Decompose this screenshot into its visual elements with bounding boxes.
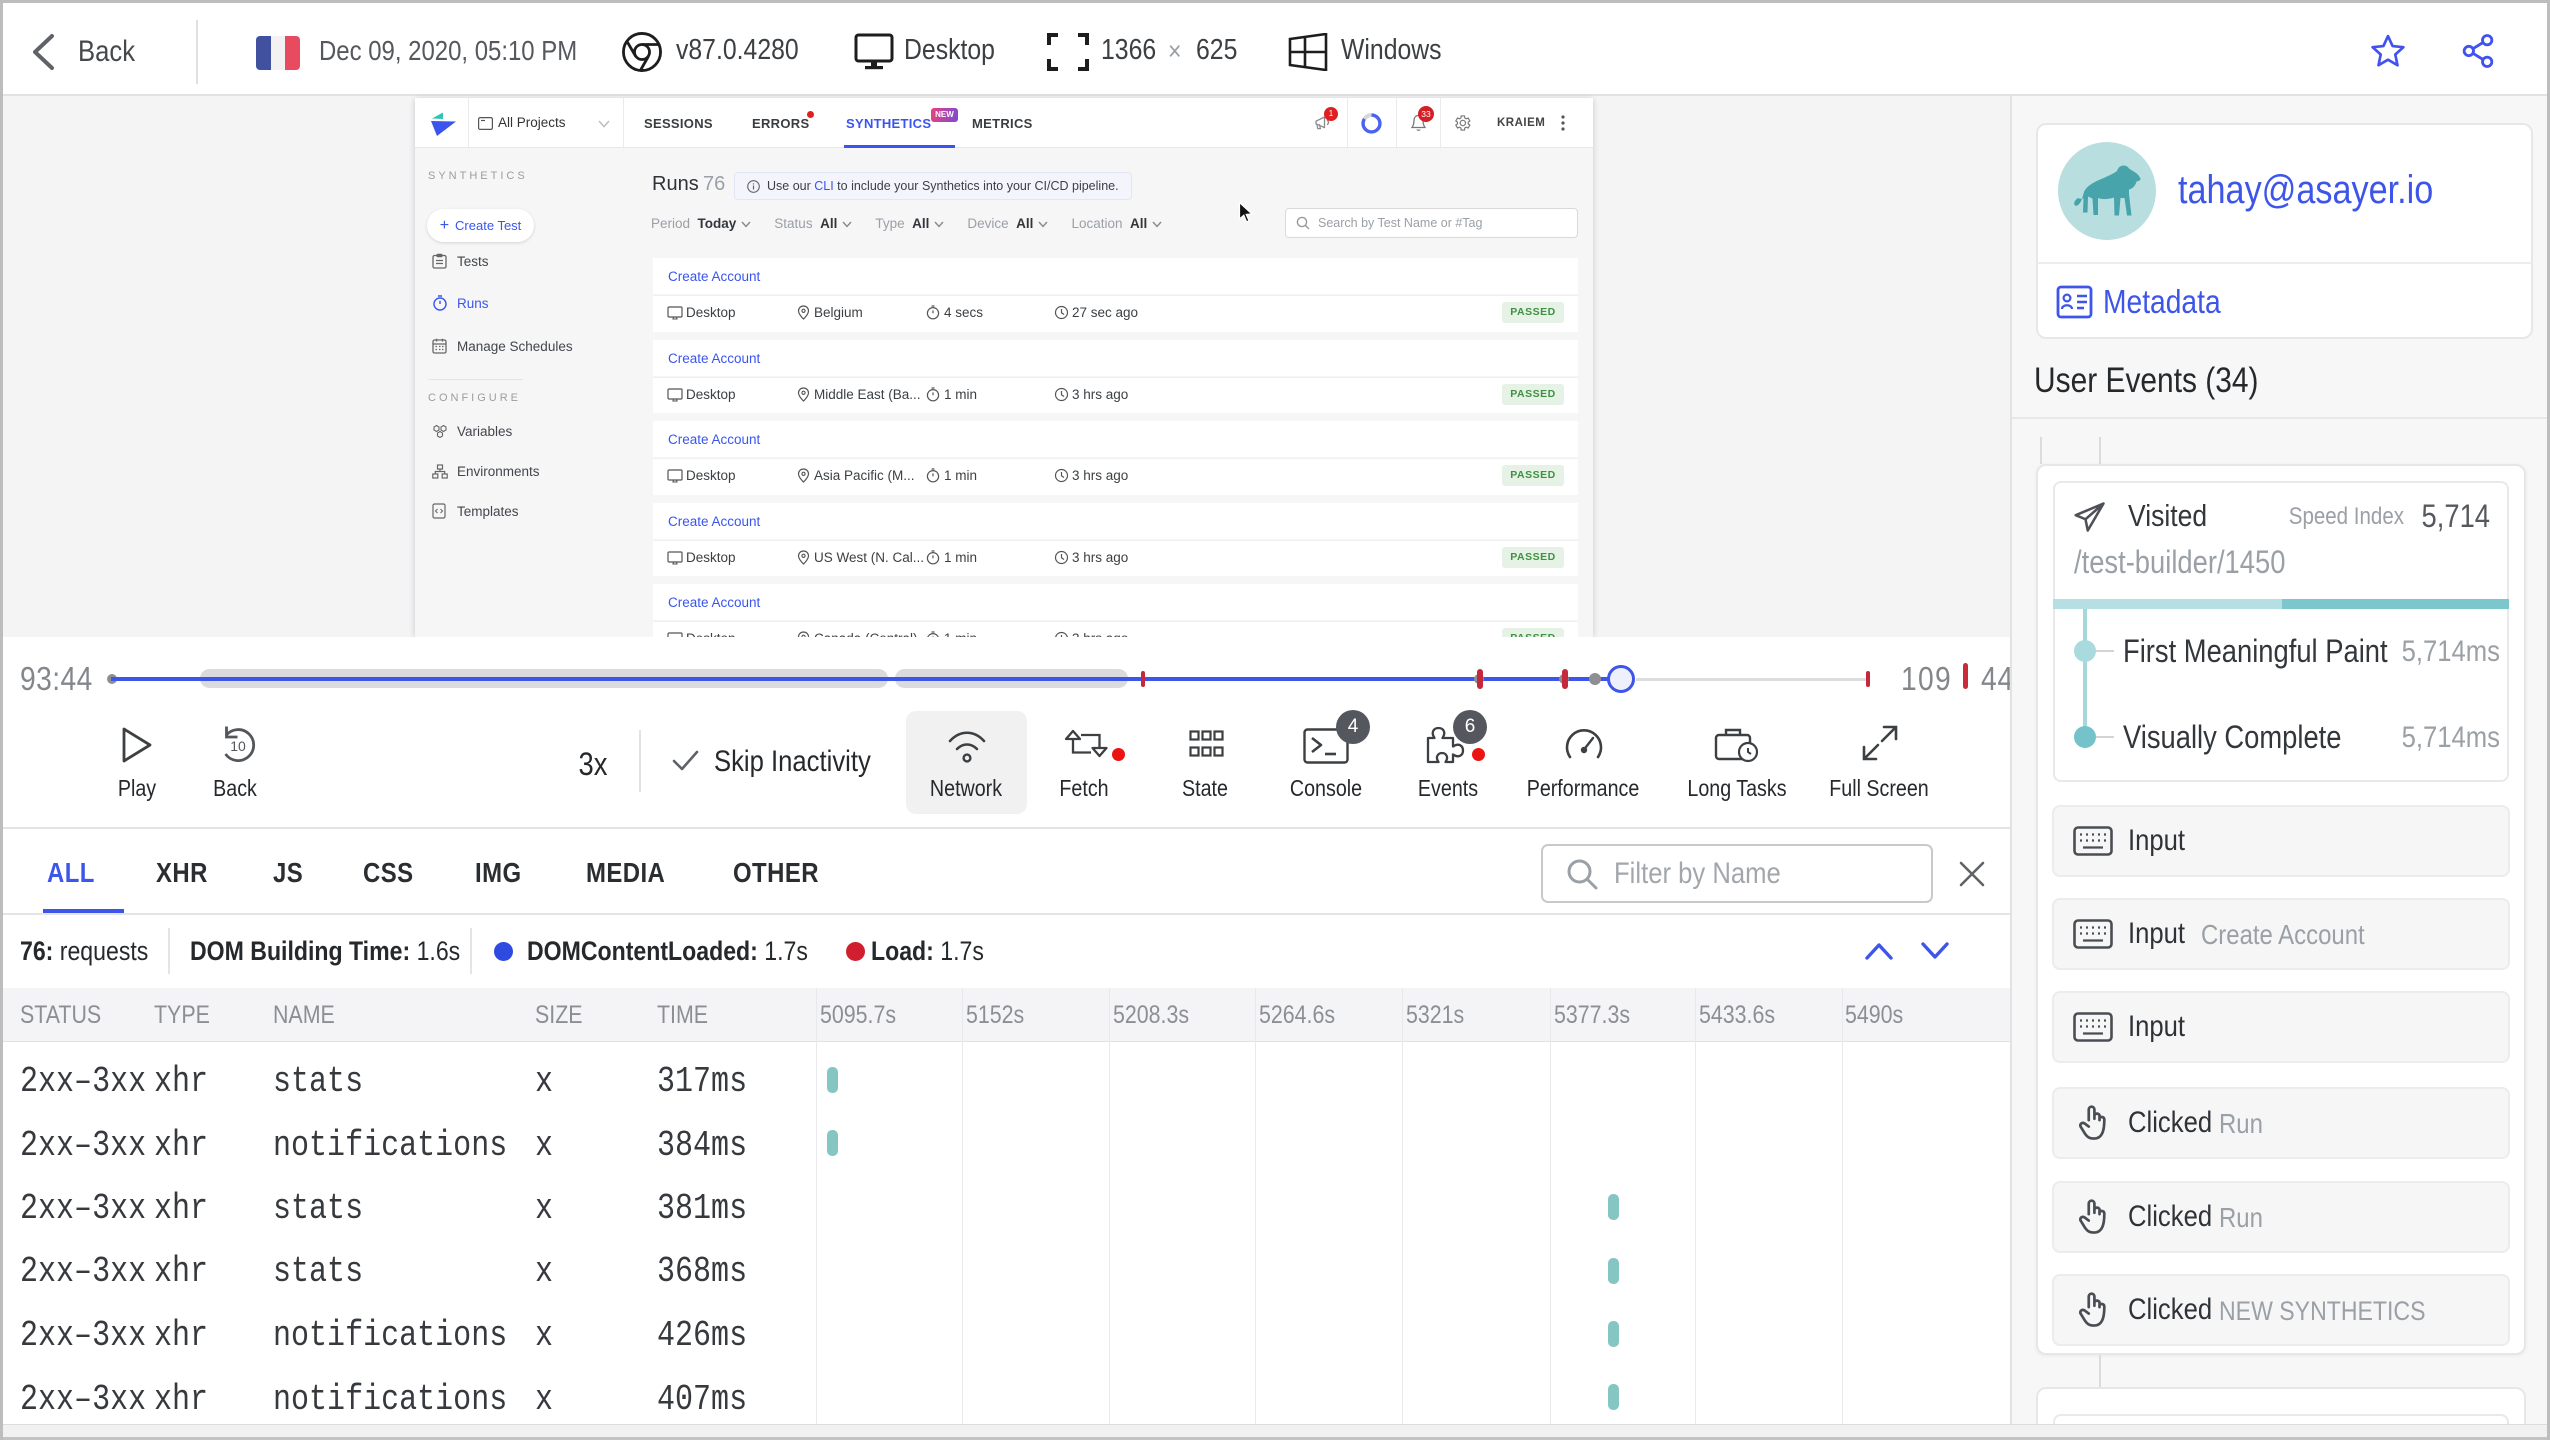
svg-text:10: 10 xyxy=(230,738,246,754)
